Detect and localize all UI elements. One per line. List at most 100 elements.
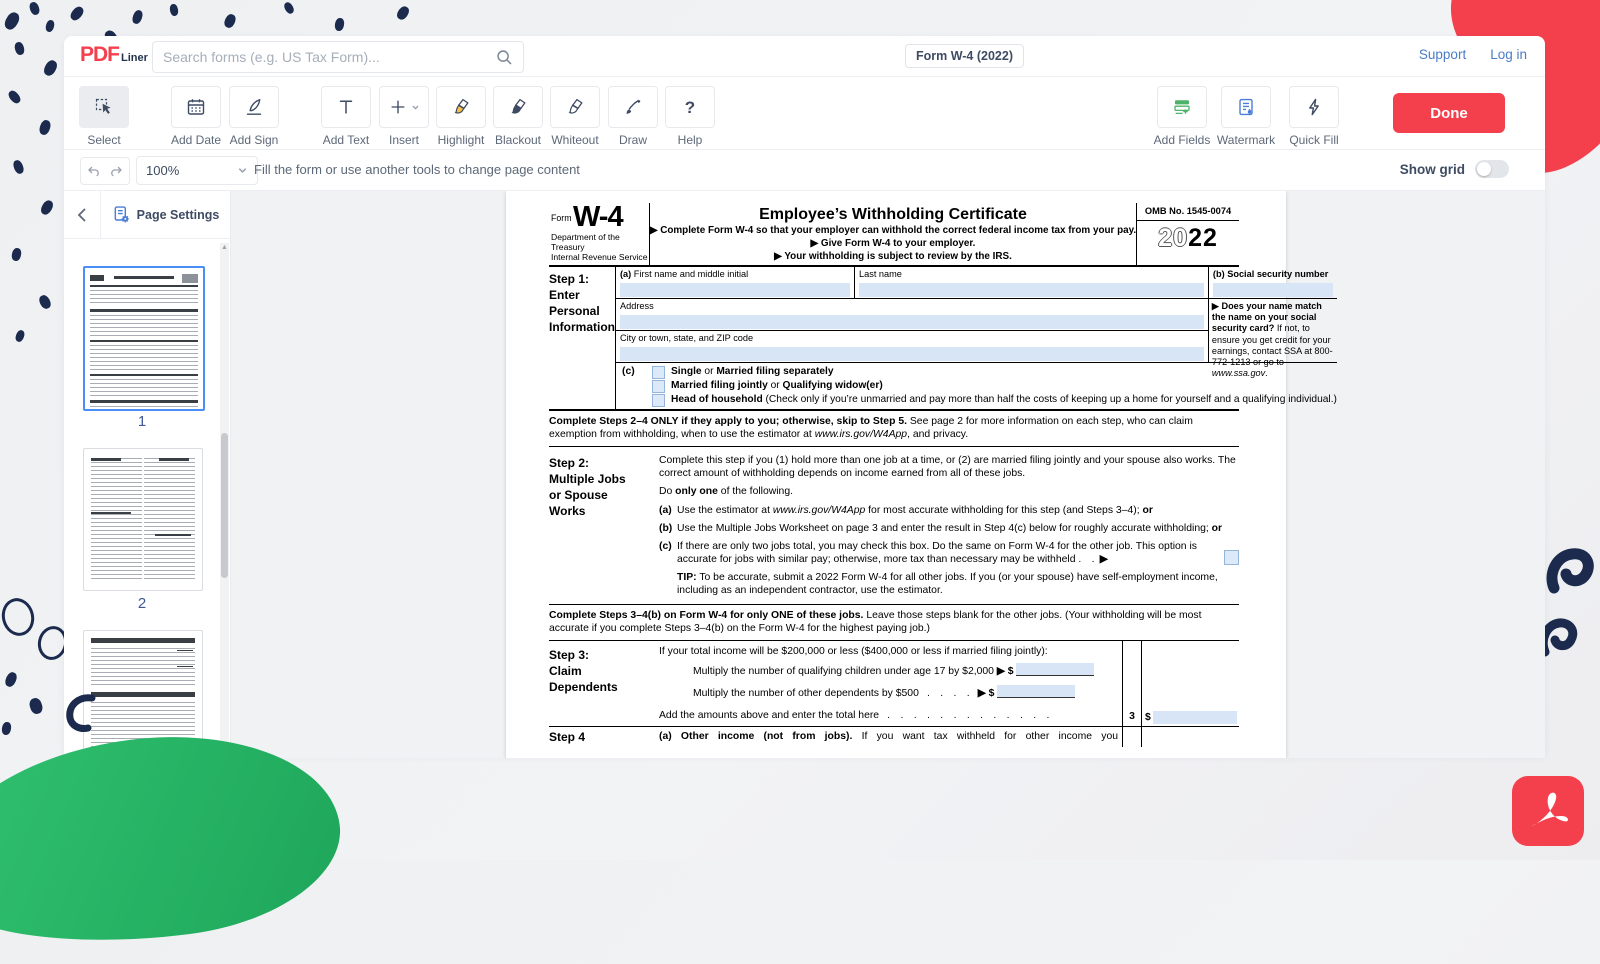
- tool-label: Add Text: [323, 133, 369, 147]
- dependents-amount-input[interactable]: [997, 685, 1075, 698]
- search-box[interactable]: [152, 41, 524, 73]
- show-grid-control: Show grid: [1400, 160, 1509, 178]
- step2-title-line: Works: [549, 503, 659, 519]
- toolbar-hint-text: Fill the form or use another tools to ch…: [254, 162, 580, 177]
- logo-pdf-text: PDF: [80, 43, 119, 67]
- whiteout-tool-button[interactable]: Whiteout: [551, 86, 599, 147]
- auth-links: Support Log in: [1419, 47, 1527, 62]
- married-jointly-checkbox[interactable]: [652, 380, 665, 393]
- redo-button[interactable]: [104, 157, 130, 185]
- head-of-household-checkbox[interactable]: [652, 394, 665, 407]
- last-name-label: Last name: [859, 269, 902, 279]
- page-settings-label: Page Settings: [137, 208, 220, 222]
- add-date-tool-button[interactable]: Add Date: [172, 86, 220, 147]
- watermark-button[interactable]: Watermark: [1222, 86, 1270, 147]
- add-fields-icon: [1172, 97, 1192, 117]
- app-window: PDF Liner Form W-4 (2022) Support Log in…: [64, 36, 1545, 755]
- blackout-tool-button[interactable]: Blackout: [494, 86, 542, 147]
- step2-option-c: (c) If there are only two jobs total, yo…: [659, 540, 1239, 566]
- two-jobs-checkbox[interactable]: [1224, 550, 1239, 565]
- dot-leader: . . . .: [922, 688, 975, 699]
- scroll-up-arrow[interactable]: ▲: [220, 243, 229, 253]
- last-name-input[interactable]: [859, 283, 1204, 297]
- top-header: PDF Liner Form W-4 (2022) Support Log in: [64, 36, 1545, 77]
- add-sign-tool-button[interactable]: Add Sign: [230, 86, 278, 147]
- filing-status-tag: (c): [616, 365, 652, 409]
- step3-children-row: Multiply the number of qualifying childr…: [693, 663, 1116, 678]
- field-tag: (a): [620, 269, 631, 279]
- page-settings-icon: [112, 205, 131, 224]
- pdfliner-logo[interactable]: PDF Liner: [80, 43, 148, 67]
- step2-tip: TIP: To be accurate, submit a 2022 Form …: [677, 571, 1239, 597]
- page-number-2[interactable]: 2: [83, 595, 201, 612]
- page-settings-button[interactable]: Page Settings: [101, 205, 230, 224]
- option-text: (Check only if you’re unmarried and pay …: [766, 394, 1337, 405]
- pdf-logo-mark: [1522, 786, 1574, 836]
- editor-toolbar: Select Add Date Add Sign Add Text: [64, 77, 1545, 150]
- option-text: Married filing separately: [716, 366, 833, 377]
- step1-title-line: Information: [549, 319, 615, 335]
- highlight-tool-button[interactable]: Highlight: [437, 86, 485, 147]
- or-bold: or: [1212, 523, 1222, 534]
- highlight-icon: [451, 97, 471, 117]
- option-text: or: [768, 380, 783, 391]
- undo-button[interactable]: [80, 157, 107, 185]
- arrow-glyph: ▶: [1100, 554, 1108, 565]
- add-fields-button[interactable]: Add Fields: [1158, 86, 1206, 147]
- single-checkbox[interactable]: [652, 366, 665, 379]
- select-tool-button[interactable]: Select: [80, 86, 128, 147]
- children-amount-input[interactable]: [1016, 663, 1094, 676]
- done-button[interactable]: Done: [1393, 93, 1505, 133]
- scrollbar-thumb[interactable]: [221, 433, 228, 578]
- option-text: Head of household: [671, 394, 763, 405]
- form-name: W-4: [573, 199, 623, 236]
- tool-label: Quick Fill: [1289, 133, 1338, 147]
- tool-label: Select: [87, 133, 120, 147]
- sidebar-scrollbar[interactable]: ▲ ▼: [220, 243, 229, 754]
- support-link[interactable]: Support: [1419, 47, 1466, 62]
- address-input[interactable]: [620, 315, 1204, 329]
- search-icon[interactable]: [495, 48, 513, 66]
- calendar-icon: [186, 97, 206, 117]
- line3-amount-cell: $: [1142, 641, 1239, 726]
- login-link[interactable]: Log in: [1490, 47, 1527, 62]
- dollar-sign: $: [989, 688, 995, 699]
- first-name-input[interactable]: [620, 283, 850, 297]
- form-word: Form: [551, 213, 572, 224]
- thumbnail-preview: [90, 273, 198, 404]
- option-text: Qualifying widow(er): [783, 380, 883, 391]
- show-grid-toggle[interactable]: [1475, 160, 1509, 178]
- ssn-input[interactable]: [1213, 283, 1333, 297]
- page-thumbnail-1[interactable]: [83, 266, 205, 411]
- collapse-sidebar-button[interactable]: [64, 191, 101, 238]
- form-bullet: ▶ Your withholding is subject to review …: [650, 251, 1136, 264]
- or-bold: or: [1143, 505, 1153, 516]
- help-tool-button[interactable]: ? Help: [666, 86, 714, 147]
- page-thumbnail-2[interactable]: [83, 448, 203, 591]
- draw-tool-button[interactable]: Draw: [609, 86, 657, 147]
- city-label: City or town, state, and ZIP code: [620, 333, 753, 343]
- search-input[interactable]: [153, 49, 495, 65]
- insert-tool-button[interactable]: Insert: [380, 86, 428, 147]
- step4-section: Step 4 (a) Other income (not from jobs).…: [549, 727, 1239, 747]
- total-amount-input[interactable]: [1153, 711, 1237, 724]
- arrow-glyph: ▶: [978, 688, 986, 699]
- city-input[interactable]: [620, 347, 1204, 361]
- step2-title-line: Multiple Jobs: [549, 471, 659, 487]
- page-number-1[interactable]: 1: [83, 413, 201, 430]
- quick-fill-button[interactable]: Quick Fill: [1290, 86, 1338, 147]
- omb-number: OMB No. 1545-0074: [1137, 203, 1239, 221]
- quick-fill-icon: [1304, 97, 1324, 117]
- tool-label: Add Sign: [230, 133, 279, 147]
- pages-sidebar: Page Settings 1: [64, 191, 231, 758]
- help-icon: ?: [685, 99, 695, 116]
- document-canvas: Form W-4 Department of the Treasury Inte…: [231, 191, 1545, 758]
- option-text: Use the Multiple Jobs Worksheet on page …: [677, 523, 1212, 534]
- zoom-select[interactable]: 100%: [136, 156, 258, 185]
- add-text-tool-button[interactable]: Add Text: [322, 86, 370, 147]
- step3-title-line: Dependents: [549, 679, 659, 695]
- tip-text: To be accurate, submit a 2022 Form W-4 f…: [677, 572, 1218, 596]
- form-bullet: ▶ Complete Form W-4 so that your employe…: [650, 225, 1136, 238]
- row-text: Multiply the number of other dependents …: [693, 688, 919, 699]
- signature-icon: [244, 97, 264, 117]
